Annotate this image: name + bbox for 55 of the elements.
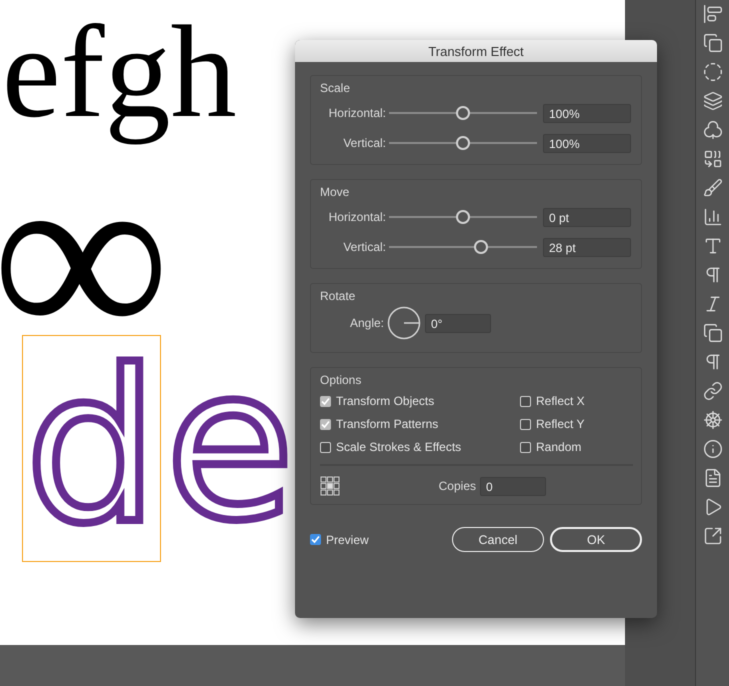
bar-chart-icon[interactable]: [702, 207, 722, 227]
checkbox[interactable]: [310, 534, 321, 545]
checkbox-label: Preview: [326, 532, 369, 546]
combine-icon[interactable]: [702, 149, 722, 169]
field-label: Horizontal:: [328, 106, 386, 120]
input-field[interactable]: 100%: [543, 104, 631, 122]
slider-thumb[interactable]: [456, 210, 470, 224]
input-field[interactable]: 0°: [425, 314, 491, 332]
reference-point-icon[interactable]: [320, 476, 340, 496]
checkbox-label: Transform Patterns: [336, 417, 438, 431]
brush-icon[interactable]: [702, 178, 722, 198]
copy-icon[interactable]: [702, 33, 722, 53]
checkbox[interactable]: [320, 418, 331, 430]
club-icon[interactable]: [702, 120, 722, 140]
field-label: Horizontal:: [328, 210, 386, 224]
ship-wheel-icon[interactable]: [702, 410, 722, 430]
checkbox-label: Reflect X: [536, 394, 585, 408]
checkbox-label: Random: [536, 440, 582, 454]
cancel-button[interactable]: Cancel: [452, 527, 544, 552]
ok-button[interactable]: OK: [550, 527, 642, 552]
checkbox[interactable]: [520, 418, 531, 430]
info-icon[interactable]: [702, 439, 722, 459]
field-label: Angle:: [348, 316, 384, 330]
dashed-circle-icon[interactable]: [702, 62, 722, 82]
input-field[interactable]: 100%: [543, 134, 631, 152]
group-title: Rotate: [320, 288, 356, 305]
angle-dial[interactable]: [387, 306, 421, 340]
group-title: Options: [320, 372, 362, 389]
slider-thumb[interactable]: [456, 136, 470, 150]
slider-thumb[interactable]: [456, 106, 470, 120]
input-field[interactable]: 28 pt: [543, 238, 631, 256]
checkbox[interactable]: [520, 396, 531, 406]
checkbox[interactable]: [520, 442, 531, 452]
checkbox[interactable]: [320, 442, 331, 452]
input-field[interactable]: 0 pt: [543, 208, 631, 226]
slider-thumb[interactable]: [474, 240, 488, 254]
copy-icon[interactable]: [702, 323, 722, 343]
external-link-icon[interactable]: [702, 526, 722, 546]
link-icon[interactable]: [702, 381, 722, 401]
checkbox-label: Scale Strokes & Effects: [336, 440, 462, 454]
checkbox-label: Transform Objects: [336, 394, 434, 408]
input-field[interactable]: 0: [480, 476, 546, 496]
field-label: Copies: [438, 479, 476, 493]
group-title: Move: [320, 184, 350, 201]
dialog-title: Transform Effect: [295, 40, 657, 62]
checkbox[interactable]: [320, 396, 331, 406]
checkbox-label: Reflect Y: [536, 417, 584, 431]
type-icon[interactable]: [702, 236, 722, 256]
field-label: Vertical:: [342, 240, 386, 254]
field-label: Vertical:: [342, 136, 386, 150]
document-icon[interactable]: [702, 468, 722, 488]
group-title: Scale: [320, 80, 350, 97]
align-icon[interactable]: [702, 4, 722, 24]
artwork-text: e: [165, 335, 295, 556]
layers-icon[interactable]: [702, 91, 722, 111]
